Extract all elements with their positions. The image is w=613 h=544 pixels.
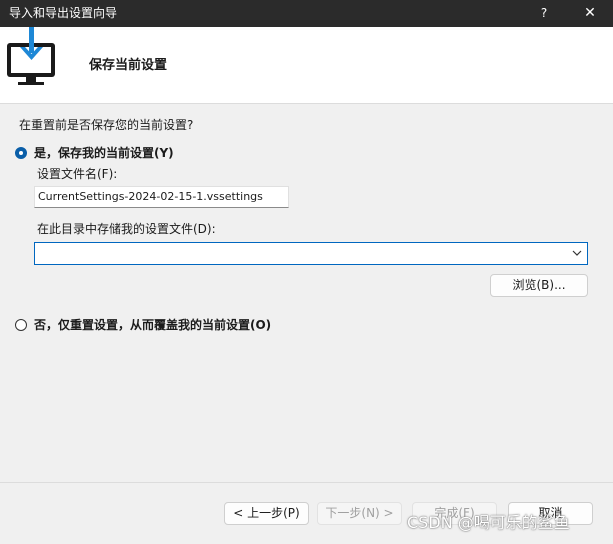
title-bar: 导入和导出设置向导 ? ✕ <box>0 0 613 27</box>
reset-option[interactable]: 否，仅重置设置，从而覆盖我的当前设置(O) <box>15 317 271 333</box>
chevron-down-icon[interactable] <box>571 247 583 259</box>
monitor-download-icon <box>7 27 55 85</box>
browse-button[interactable]: 浏览(B)... <box>490 274 588 297</box>
watermark-text: CSDN @喝可乐的鲨鱼 <box>407 513 570 532</box>
close-button[interactable]: ✕ <box>578 3 602 24</box>
save-option-label: 是，保存我的当前设置(Y) <box>34 146 174 160</box>
footer-divider <box>0 482 613 483</box>
filename-input[interactable]: CurrentSettings-2024-02-15-1.vssettings <box>34 186 289 208</box>
save-option[interactable]: 是，保存我的当前设置(Y) <box>15 145 174 161</box>
window-title: 导入和导出设置向导 <box>9 6 118 20</box>
question-text: 在重置前是否保存您的当前设置? <box>19 118 194 132</box>
reset-radio[interactable] <box>15 319 27 331</box>
help-button[interactable]: ? <box>533 3 555 24</box>
directory-label: 在此目录中存储我的设置文件(D): <box>37 222 216 236</box>
back-button[interactable]: < 上一步(P) <box>224 502 309 525</box>
reset-option-label: 否，仅重置设置，从而覆盖我的当前设置(O) <box>34 318 272 332</box>
wizard-header: 保存当前设置 <box>0 27 613 104</box>
filename-label: 设置文件名(F): <box>37 167 118 181</box>
wizard-window: 导入和导出设置向导 ? ✕ 保存当前设置 在重置前是否保存您的当前设置? 是，保… <box>0 0 613 544</box>
save-radio[interactable] <box>15 147 27 159</box>
next-button[interactable]: 下一步(N) > <box>317 502 402 525</box>
directory-combobox[interactable] <box>34 242 588 265</box>
page-title: 保存当前设置 <box>89 58 168 73</box>
